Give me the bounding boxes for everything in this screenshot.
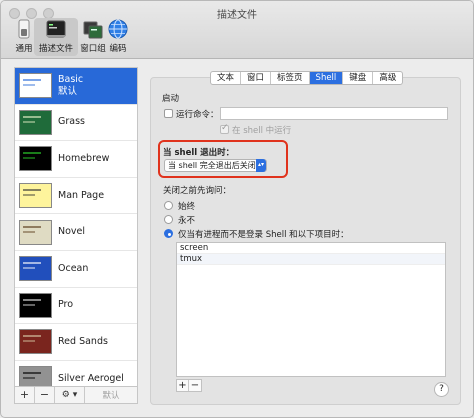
on-exit-label: 当 shell 退出时： — [163, 148, 235, 158]
on-exit-value: 当 shell 完全退出后关闭 — [168, 161, 256, 170]
profile-item[interactable]: Pro — [15, 288, 137, 325]
ask-always-label: 始终 — [178, 202, 196, 212]
ask-before-close-label: 关闭之前先询问： — [163, 186, 232, 196]
run-in-shell-checkbox[interactable] — [220, 123, 229, 134]
tab-text[interactable]: 文本 — [211, 72, 242, 84]
profile-title: Novel — [58, 226, 86, 238]
process-row[interactable]: screen — [177, 243, 445, 254]
profile-thumbnail — [19, 183, 52, 209]
remove-process-button[interactable]: − — [189, 380, 201, 391]
run-command-checkbox[interactable] — [164, 109, 173, 118]
profile-item[interactable]: Grass — [15, 105, 137, 142]
switch-icon — [18, 19, 30, 39]
ask-if-processes-label: 仅当有进程而不是登录 Shell 和以下项目时： — [178, 230, 349, 240]
run-in-shell-label: 在 shell 中运行 — [232, 126, 292, 136]
ask-always-radio[interactable] — [164, 201, 173, 210]
profile-name: Ocean — [58, 263, 88, 275]
profile-title: Basic — [58, 73, 84, 85]
profile-title: Silver Aerogel — [58, 372, 124, 384]
toolbar-encoding-button[interactable]: 编码 — [98, 18, 138, 56]
profile-name: Man Page — [58, 190, 104, 202]
profile-title: Man Page — [58, 189, 105, 201]
profile-thumbnail — [19, 73, 52, 99]
ask-never-radio[interactable] — [164, 215, 173, 224]
profile-list[interactable]: Basic 默认 Grass Homebrew Man Page Novel Ocean Pr… — [14, 67, 138, 387]
profile-title: Grass — [58, 116, 85, 128]
profile-thumbnail — [19, 109, 52, 135]
ask-if-processes-radio[interactable] — [164, 229, 173, 238]
process-row[interactable]: tmux — [177, 254, 445, 265]
profile-title: Homebrew — [58, 152, 110, 164]
profile-item[interactable]: Homebrew — [15, 141, 137, 178]
preferences-window: 描述文件 通用 描述文件 窗口组 编码 Basic 默认 Grass Homeb… — [0, 0, 474, 418]
toolbar-profiles-label: 描述文件 — [38, 44, 73, 54]
help-button[interactable]: ? — [434, 382, 449, 397]
ask-never-label: 永不 — [178, 216, 196, 226]
profile-item[interactable]: Ocean — [15, 251, 137, 288]
profile-item[interactable]: Silver Aerogel — [15, 361, 137, 386]
profile-name: Red Sands — [58, 336, 108, 348]
profile-title: Pro — [58, 299, 74, 311]
profile-subtitle: 默认 — [58, 85, 78, 97]
run-command-label: 运行命令： — [176, 110, 219, 120]
profile-name: Novel — [58, 226, 85, 238]
toolbar-profiles-button[interactable]: 描述文件 — [34, 18, 78, 56]
tab-keyboard[interactable]: 键盘 — [343, 72, 374, 84]
profile-name: Basic 默认 — [58, 74, 83, 98]
profile-thumbnail — [19, 292, 52, 318]
profile-thumbnail — [19, 256, 52, 282]
tab-shell[interactable]: Shell — [309, 72, 344, 84]
profile-title: Ocean — [58, 262, 89, 274]
profile-thumbnail — [19, 146, 52, 172]
tab-tabs[interactable]: 标签页 — [271, 72, 310, 84]
profile-list-toolbar: + − ⚙︎ ▾ 默认 — [14, 387, 138, 404]
add-profile-button[interactable]: + — [15, 387, 35, 403]
on-exit-popup[interactable]: 当 shell 完全退出后关闭 ▴▾ — [164, 159, 267, 172]
terminal-icon — [46, 20, 66, 38]
process-list[interactable]: screen tmux — [176, 242, 446, 377]
add-process-button[interactable]: + — [177, 380, 189, 391]
profile-item[interactable]: Red Sands — [15, 324, 137, 361]
run-command-input[interactable] — [220, 107, 448, 120]
chevron-updown-icon: ▴▾ — [256, 159, 266, 172]
gear-menu-button[interactable]: ⚙︎ ▾ — [55, 387, 85, 403]
profile-item[interactable]: Basic 默认 — [15, 68, 137, 105]
profile-thumbnail — [19, 329, 52, 355]
profile-name: Silver Aerogel — [58, 373, 124, 385]
startup-heading: 启动 — [162, 94, 180, 104]
profile-title: Red Sands — [58, 335, 108, 347]
tab-window[interactable]: 窗口 — [241, 72, 272, 84]
toolbar-encoding-label: 编码 — [109, 44, 127, 54]
remove-profile-button[interactable]: − — [35, 387, 55, 403]
profile-thumbnail — [19, 219, 52, 245]
set-default-button[interactable]: 默认 — [85, 389, 137, 401]
profile-item[interactable]: Novel — [15, 214, 137, 251]
profile-item[interactable]: Man Page — [15, 178, 137, 215]
profile-name: Homebrew — [58, 153, 109, 165]
globe-icon — [108, 19, 128, 39]
profile-thumbnail — [19, 366, 52, 386]
settings-tabbar: 文本 窗口 标签页 Shell 键盘 高级 — [210, 71, 404, 85]
tab-advanced[interactable]: 高级 — [373, 72, 402, 84]
profile-name: Grass — [58, 116, 85, 128]
profile-name: Pro — [58, 299, 73, 311]
titlebar: 描述文件 通用 描述文件 窗口组 编码 — [1, 1, 473, 59]
process-list-toolbar: + − — [176, 379, 202, 392]
